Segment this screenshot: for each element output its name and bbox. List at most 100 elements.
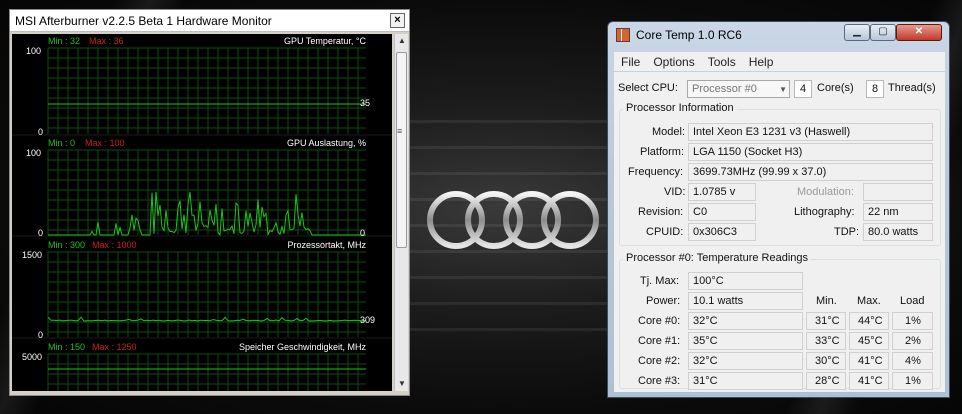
col-min-header: Min. bbox=[816, 295, 837, 307]
tjmax-label: Tj. Max: bbox=[640, 275, 680, 287]
coretemp-window-title: Core Temp 1.0 RC6 bbox=[636, 28, 742, 42]
gpu-load-max: Max : 100 bbox=[85, 138, 125, 148]
cores-label: Core(s) bbox=[817, 82, 854, 94]
cpu-clock-axis-bottom: 0 bbox=[38, 330, 44, 340]
revision-value: C0 bbox=[688, 203, 756, 221]
core-1-max: 45°C bbox=[849, 332, 889, 350]
core-0-max: 44°C bbox=[849, 312, 889, 330]
temperature-readings-title: Processor #0: Temperature Readings bbox=[623, 252, 812, 264]
core-0-label: Core #0: bbox=[638, 315, 681, 327]
cores-count: 4 bbox=[794, 80, 812, 98]
gpu-load-min: Min : 0 bbox=[48, 138, 76, 148]
audi-rings-logo bbox=[427, 191, 599, 249]
vid-label: VID: bbox=[664, 186, 686, 198]
msi-close-button[interactable]: × bbox=[390, 13, 405, 28]
coretemp-client-area: Select CPU: Processor #0 ▼ 4 Core(s) 8 T… bbox=[614, 72, 945, 392]
msi-scrollbar[interactable]: ▲ ≡ ▼ bbox=[394, 34, 408, 391]
modulation-value bbox=[863, 183, 933, 201]
revision-label: Revision: bbox=[638, 206, 684, 218]
threads-label: Thread(s) bbox=[888, 82, 936, 94]
mem-clock-title: Speicher Geschwindigkeit, MHz bbox=[238, 342, 366, 352]
maximize-button[interactable]: ▢ bbox=[870, 24, 896, 41]
power-label: Power: bbox=[646, 295, 681, 307]
grip-icon: ≡ bbox=[397, 126, 403, 136]
menu-tools[interactable]: Tools bbox=[701, 55, 742, 69]
mem-clock-max: Max : 1250 bbox=[92, 342, 137, 352]
core-2-label: Core #2: bbox=[638, 355, 681, 367]
core-2-min: 30°C bbox=[806, 352, 846, 370]
gpu-temp-axis-top: 100 bbox=[26, 46, 42, 56]
cpu-clock-axis-top: 1500 bbox=[22, 250, 43, 260]
menu-options[interactable]: Options bbox=[646, 55, 700, 69]
model-label: Model: bbox=[652, 126, 686, 138]
cpuid-label: CPUID: bbox=[646, 226, 684, 238]
hardware-monitor-graphs[interactable]: Min : 32 Max : 36 GPU Temperatur, °C 100… bbox=[12, 34, 392, 391]
cpuid-value: 0x306C3 bbox=[688, 223, 756, 241]
gpu-load-current: 0 bbox=[360, 228, 366, 238]
menu-file[interactable]: File bbox=[614, 55, 646, 69]
lithography-label: Lithography: bbox=[794, 206, 855, 218]
core-temp-window[interactable]: Core Temp 1.0 RC6 ▁ ▢ ✕ File Options Too… bbox=[607, 21, 950, 398]
platform-label: Platform: bbox=[640, 146, 685, 158]
close-button[interactable]: ✕ bbox=[896, 24, 942, 41]
gpu-temp-axis-bottom: 0 bbox=[38, 127, 44, 137]
select-cpu-label: Select CPU: bbox=[618, 82, 678, 94]
core-0-load: 1% bbox=[892, 312, 933, 330]
vid-value: 1.0785 v bbox=[688, 183, 756, 201]
core-3-label: Core #3: bbox=[638, 375, 681, 387]
core-0-min: 31°C bbox=[806, 312, 846, 330]
cpu-select-value: Processor #0 bbox=[692, 83, 757, 95]
model-value: Intel Xeon E3 1231 v3 (Haswell) bbox=[688, 123, 933, 141]
platform-value: LGA 1150 (Socket H3) bbox=[688, 143, 933, 161]
msi-window-title: MSI Afterburner v2.2.5 Beta 1 Hardware M… bbox=[15, 13, 272, 28]
scroll-down-arrow-icon[interactable]: ▼ bbox=[397, 379, 407, 389]
cpu-clock-title: Prozessortakt, MHz bbox=[287, 240, 366, 250]
core-3-temp: 31°C bbox=[688, 372, 803, 390]
scrollbar-thumb[interactable] bbox=[396, 52, 407, 248]
gpu-load-axis-top: 100 bbox=[26, 148, 42, 158]
col-load-header: Load bbox=[900, 295, 925, 307]
coretemp-app-icon bbox=[616, 28, 630, 42]
frequency-label: Frequency: bbox=[628, 166, 684, 178]
cpu-clock-current: 309 bbox=[360, 315, 376, 325]
cpu-clock-min: Min : 300 bbox=[48, 240, 86, 250]
minimize-button[interactable]: ▁ bbox=[844, 24, 870, 41]
mem-clock-axis-top: 5000 bbox=[22, 352, 43, 362]
msi-afterburner-window[interactable]: MSI Afterburner v2.2.5 Beta 1 Hardware M… bbox=[9, 9, 410, 396]
core-1-load: 2% bbox=[892, 332, 933, 350]
frequency-value: 3699.73MHz (99.99 x 37.0) bbox=[688, 163, 933, 181]
graph-canvas bbox=[12, 47, 392, 391]
core-1-min: 33°C bbox=[806, 332, 846, 350]
core-1-temp: 35°C bbox=[688, 332, 803, 350]
col-max-header: Max. bbox=[857, 295, 881, 307]
coretemp-titlebar[interactable]: Core Temp 1.0 RC6 ▁ ▢ ✕ bbox=[608, 22, 949, 48]
mem-clock-min: Min : 150 bbox=[48, 342, 86, 352]
menu-help[interactable]: Help bbox=[742, 55, 780, 69]
chevron-down-icon: ▼ bbox=[779, 85, 787, 94]
tjmax-value: 100°C bbox=[688, 272, 803, 290]
core-1-label: Core #1: bbox=[638, 335, 681, 347]
tdp-label: TDP: bbox=[834, 226, 860, 238]
core-3-max: 41°C bbox=[849, 372, 889, 390]
gpu-temp-max: Max : 36 bbox=[89, 36, 124, 46]
lithography-value: 22 nm bbox=[863, 203, 933, 221]
cpu-clock-max: Max : 1000 bbox=[92, 240, 137, 250]
threads-count: 8 bbox=[866, 80, 884, 98]
menu-bar: File Options Tools Help bbox=[614, 52, 945, 71]
processor-information-title: Processor Information bbox=[623, 102, 737, 114]
gpu-temp-min: Min : 32 bbox=[48, 36, 81, 46]
power-value: 10.1 watts bbox=[688, 292, 803, 310]
scroll-up-arrow-icon[interactable]: ▲ bbox=[397, 36, 407, 46]
gpu-load-axis-bottom: 0 bbox=[38, 228, 44, 238]
core-3-load: 1% bbox=[892, 372, 933, 390]
core-3-min: 28°C bbox=[806, 372, 846, 390]
cpu-select-dropdown[interactable]: Processor #0 ▼ bbox=[687, 80, 790, 98]
core-2-temp: 32°C bbox=[688, 352, 803, 370]
tdp-value: 80.0 watts bbox=[863, 223, 933, 241]
gpu-temp-title: GPU Temperatur, °C bbox=[284, 36, 366, 46]
gpu-load-title: GPU Auslastung, % bbox=[286, 138, 366, 148]
modulation-label: Modulation: bbox=[797, 186, 854, 198]
gpu-temp-current: 35 bbox=[360, 98, 371, 108]
msi-titlebar[interactable]: MSI Afterburner v2.2.5 Beta 1 Hardware M… bbox=[10, 10, 409, 32]
core-2-load: 4% bbox=[892, 352, 933, 370]
